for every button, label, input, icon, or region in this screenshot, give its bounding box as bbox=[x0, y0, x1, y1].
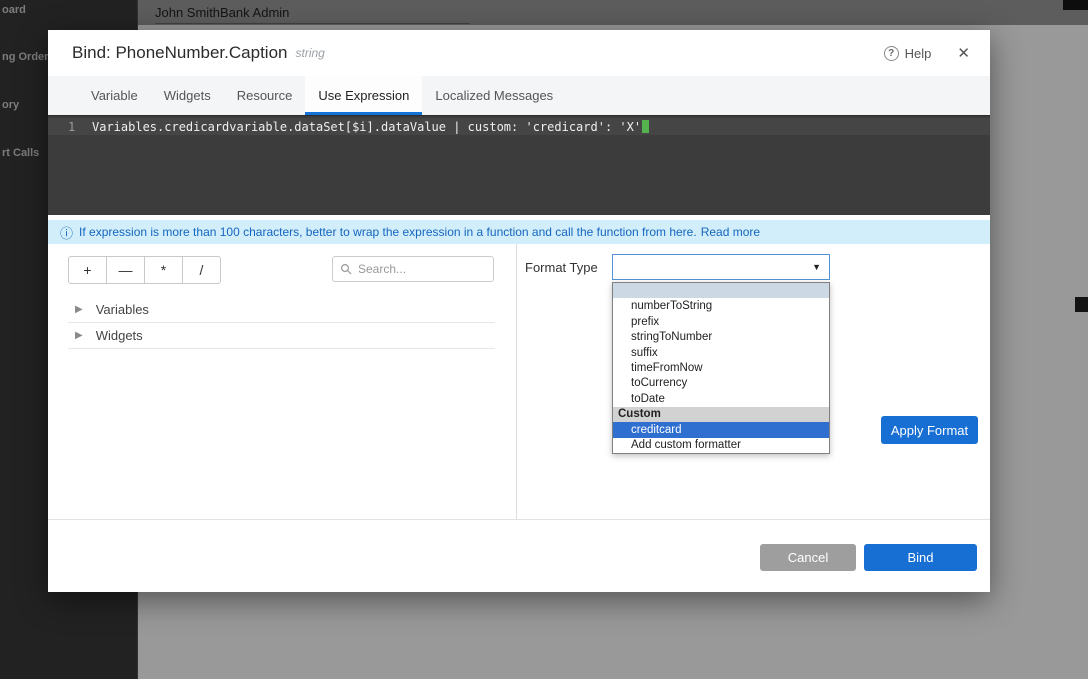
tab-variable[interactable]: Variable bbox=[78, 76, 151, 115]
dialog-body: + — * / ▶ Variables ▶ Widgets bbox=[48, 244, 990, 519]
operator-button-group: + — * / bbox=[68, 256, 221, 284]
tab-use-expression[interactable]: Use Expression bbox=[305, 76, 422, 115]
close-icon[interactable]: ✕ bbox=[957, 44, 970, 62]
expression-editor[interactable]: 1 Variables.credicardvariable.dataSet[$i… bbox=[48, 115, 990, 215]
format-option-numbertostring[interactable]: numberToString bbox=[613, 298, 829, 313]
help-icon[interactable]: ? bbox=[884, 46, 899, 61]
dialog-title: Bind: PhoneNumber.Caption bbox=[72, 43, 287, 63]
info-text: If expression is more than 100 character… bbox=[79, 225, 697, 239]
minus-operator-button[interactable]: — bbox=[106, 256, 145, 284]
tree-node-label: Widgets bbox=[96, 328, 143, 343]
tree-node-label: Variables bbox=[96, 302, 149, 317]
chevron-down-icon: ▼ bbox=[812, 262, 821, 272]
expression-code: Variables.credicardvariable.dataSet[$i].… bbox=[92, 120, 641, 134]
divide-operator-button[interactable]: / bbox=[182, 256, 221, 284]
format-option-add-custom-formatter[interactable]: Add custom formatter bbox=[613, 438, 829, 453]
apply-format-button[interactable]: Apply Format bbox=[881, 416, 978, 444]
expression-tools-panel: + — * / ▶ Variables ▶ Widgets bbox=[48, 244, 517, 519]
format-option-stringtonumber[interactable]: stringToNumber bbox=[613, 329, 829, 344]
editor-cursor bbox=[642, 120, 649, 133]
multiply-operator-button[interactable]: * bbox=[144, 256, 183, 284]
plus-operator-button[interactable]: + bbox=[68, 256, 107, 284]
format-option-todate[interactable]: toDate bbox=[613, 391, 829, 406]
format-option-tocurrency[interactable]: toCurrency bbox=[613, 376, 829, 391]
tree-node-widgets[interactable]: ▶ Widgets bbox=[68, 323, 495, 349]
format-option-timefromnow[interactable]: timeFromNow bbox=[613, 360, 829, 375]
search-input[interactable] bbox=[358, 262, 478, 276]
tab-bar: Variable Widgets Resource Use Expression… bbox=[48, 76, 990, 115]
format-option-creditcard[interactable]: creditcard bbox=[613, 422, 829, 437]
dialog-title-type: string bbox=[295, 46, 324, 60]
search-icon bbox=[340, 263, 352, 275]
cancel-button[interactable]: Cancel bbox=[760, 544, 856, 571]
format-option-prefix[interactable]: prefix bbox=[613, 314, 829, 329]
bind-button[interactable]: Bind bbox=[864, 544, 977, 571]
bindings-tree: ▶ Variables ▶ Widgets bbox=[68, 297, 495, 349]
read-more-link[interactable]: Read more bbox=[701, 225, 760, 239]
format-type-dropdown-list: numberToString prefix stringToNumber suf… bbox=[612, 282, 830, 454]
tab-localized-messages[interactable]: Localized Messages bbox=[422, 76, 566, 115]
chevron-right-icon[interactable]: ▶ bbox=[68, 304, 83, 315]
info-bar: ⓘ If expression is more than 100 charact… bbox=[48, 220, 990, 244]
chevron-right-icon[interactable]: ▶ bbox=[68, 330, 83, 341]
format-type-label: Format Type bbox=[525, 260, 598, 275]
format-optgroup-custom: Custom bbox=[613, 407, 829, 422]
format-option-suffix[interactable]: suffix bbox=[613, 345, 829, 360]
tab-resource[interactable]: Resource bbox=[224, 76, 306, 115]
info-icon: ⓘ bbox=[60, 223, 73, 242]
tree-node-variables[interactable]: ▶ Variables bbox=[68, 297, 495, 323]
format-option-blank[interactable] bbox=[613, 283, 829, 298]
bind-dialog: Bind: PhoneNumber.Caption string ? Help … bbox=[48, 30, 990, 592]
search-box bbox=[332, 256, 494, 282]
format-panel: Format Type ▼ numberToString prefix stri… bbox=[518, 244, 990, 519]
line-number: 1 bbox=[48, 120, 88, 134]
format-type-select[interactable]: ▼ bbox=[612, 254, 830, 280]
dialog-header: Bind: PhoneNumber.Caption string ? Help … bbox=[48, 30, 990, 76]
tab-widgets[interactable]: Widgets bbox=[151, 76, 224, 115]
help-link[interactable]: Help bbox=[905, 46, 932, 61]
dialog-footer: Cancel Bind bbox=[48, 519, 990, 592]
